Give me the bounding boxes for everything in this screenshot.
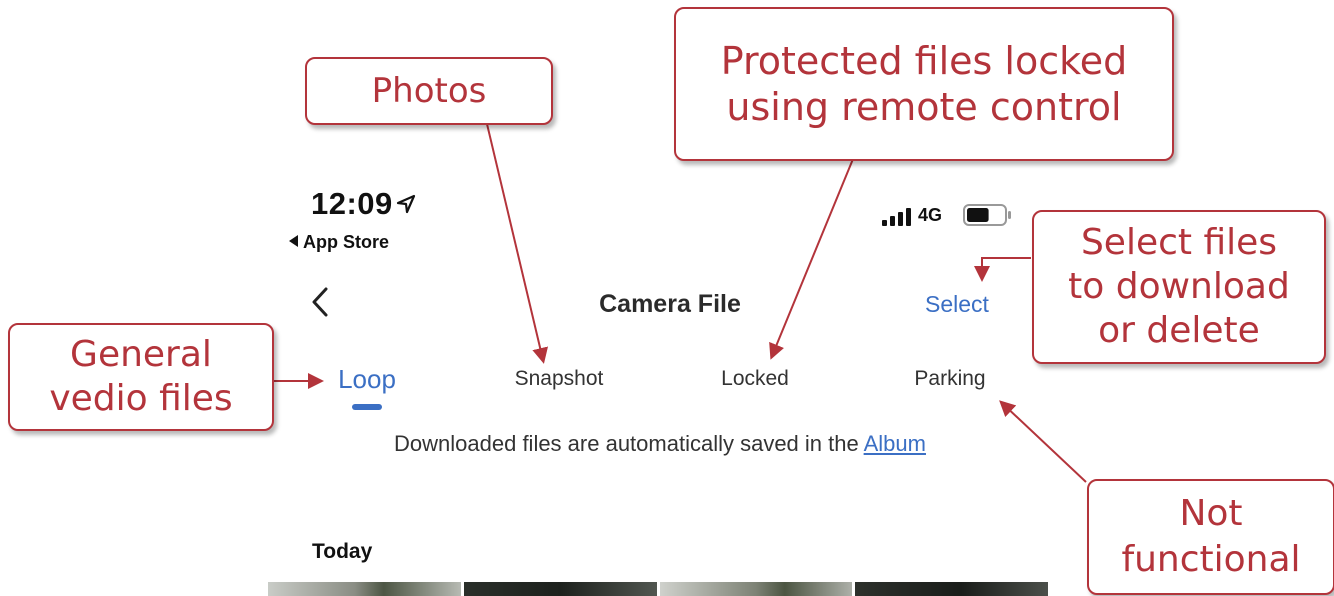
page-title: Camera File (599, 290, 741, 318)
callout-protected-files: Protected files locked using remote cont… (674, 7, 1174, 161)
callout-protected-line1: Protected files locked (720, 39, 1128, 83)
back-triangle-icon (289, 235, 298, 247)
arrow-parking (999, 400, 1087, 483)
section-header-today: Today (312, 540, 373, 563)
tab-loop[interactable]: Loop (322, 364, 412, 395)
callout-photos-text: Photos (371, 71, 487, 111)
arrow-select (974, 257, 1031, 282)
video-thumbnail[interactable] (659, 582, 853, 596)
album-link[interactable]: Album (864, 431, 926, 456)
status-time: 12:09 (311, 186, 393, 221)
callout-general-line1: General (70, 334, 212, 375)
cellular-signal-icon (882, 208, 911, 226)
location-arrow-icon (396, 194, 416, 214)
callout-notfunc-line1: Not (1179, 493, 1243, 534)
callout-select-line1: Select files (1080, 222, 1278, 263)
callout-photos: Photos (305, 57, 553, 125)
battery-icon (963, 204, 1011, 226)
video-thumbnail[interactable] (855, 582, 1048, 596)
callout-protected-line2: using remote control (726, 85, 1122, 129)
callout-select-line2: to download (1068, 266, 1290, 307)
arrow-photos (486, 123, 549, 364)
video-thumbnail[interactable] (463, 582, 657, 596)
back-to-app-link[interactable]: App Store (289, 232, 389, 253)
callout-general-line2: vedio files (49, 378, 233, 419)
tab-snapshot[interactable]: Snapshot (499, 367, 619, 391)
network-type: 4G (918, 205, 943, 225)
callout-not-functional: Not functional (1087, 479, 1334, 595)
notice-text: Downloaded files are automatically saved… (394, 431, 864, 456)
callout-notfunc-line2: functional (1121, 539, 1301, 580)
video-thumbnail[interactable] (268, 582, 461, 596)
callout-select-files: Select files to download or delete (1032, 210, 1326, 364)
callout-general-video: General vedio files (8, 323, 274, 431)
tab-locked[interactable]: Locked (700, 367, 810, 391)
callout-select-line3: or delete (1098, 310, 1260, 351)
back-app-label: App Store (303, 232, 390, 252)
arrow-locked (769, 158, 854, 360)
back-chevron-icon[interactable] (308, 285, 332, 319)
tab-parking[interactable]: Parking (895, 367, 1005, 391)
thumbnail-strip (268, 582, 1048, 596)
active-tab-indicator (352, 404, 382, 410)
select-button[interactable]: Select (925, 291, 989, 318)
download-notice: Downloaded files are automatically saved… (360, 428, 960, 459)
